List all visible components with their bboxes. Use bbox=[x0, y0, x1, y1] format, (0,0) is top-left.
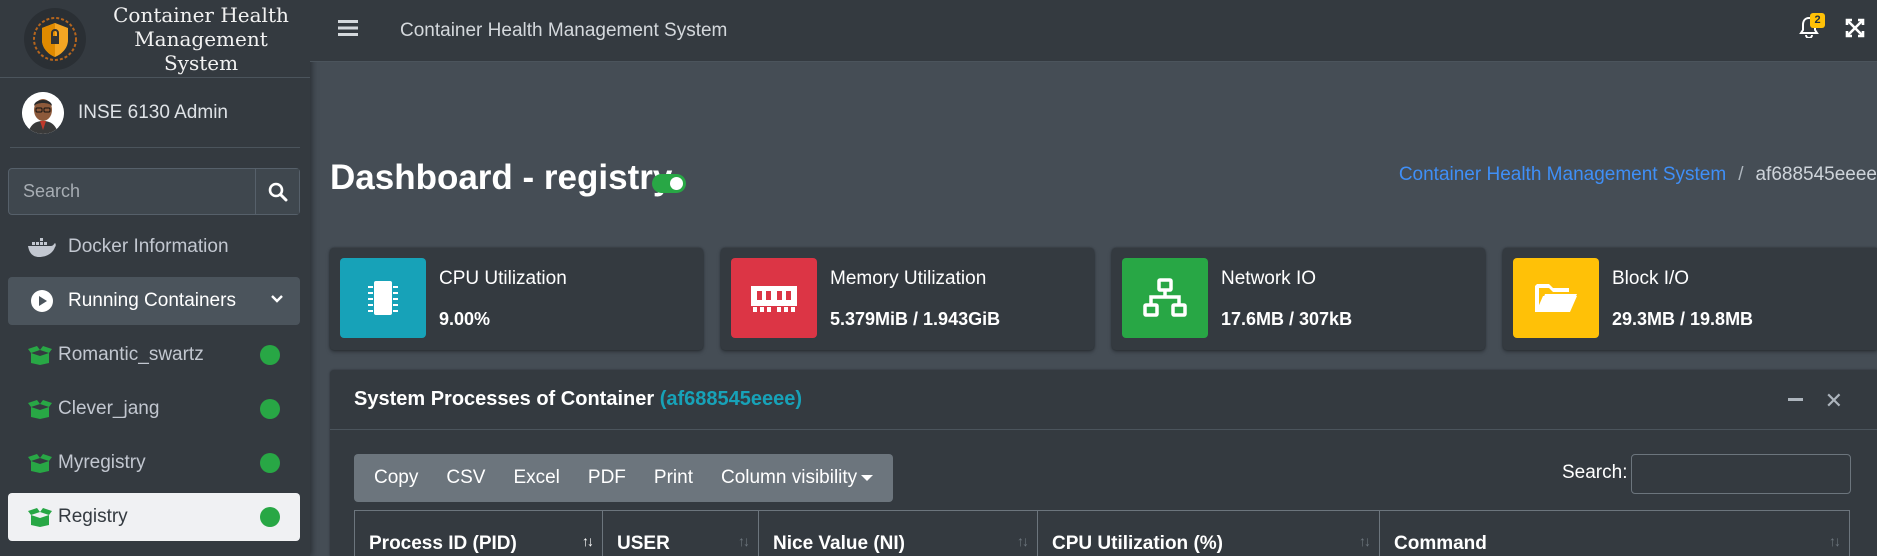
play-circle-icon bbox=[26, 289, 58, 313]
close-icon[interactable]: ✕ bbox=[1825, 388, 1843, 414]
user-panel[interactable]: INSE 6130 Admin bbox=[10, 78, 300, 148]
top-navbar: Container Health Management System 2 bbox=[310, 0, 1877, 62]
pdf-button[interactable]: PDF bbox=[574, 467, 640, 489]
sidebar-item-label: Running Containers bbox=[68, 290, 236, 311]
export-button-group: Copy CSV Excel PDF Print Column visibili… bbox=[354, 454, 894, 502]
container-status-toggle[interactable] bbox=[652, 174, 686, 193]
info-box-label: Network IO bbox=[1221, 268, 1317, 289]
status-dot bbox=[260, 453, 280, 473]
brand-text: Container Health Management System bbox=[106, 3, 296, 75]
hamburger-menu-icon[interactable] bbox=[338, 19, 360, 42]
sort-icon: ↑↓ bbox=[1829, 533, 1841, 549]
brand-title-line1: Container Health bbox=[113, 2, 289, 27]
notification-badge: 2 bbox=[1810, 13, 1825, 28]
sidebar-item-running-containers[interactable]: Running Containers bbox=[8, 277, 300, 325]
column-header-label: Command bbox=[1394, 533, 1487, 554]
sidebar-item-myregistry[interactable]: Myregistry bbox=[8, 439, 300, 487]
top-nav-title-link[interactable]: Container Health Management System bbox=[400, 20, 727, 42]
sidebar-item-registry[interactable]: Registry bbox=[8, 493, 300, 541]
info-box-value: 9.00% bbox=[439, 309, 491, 329]
card-title-text: System Processes of Container bbox=[354, 388, 655, 410]
sidebar-nav: Docker Information Running Containers Ro… bbox=[0, 223, 310, 541]
info-box-network: Network IO 17.6MB / 307kB bbox=[1112, 248, 1485, 350]
card-header: System Processes of Container (af688545e… bbox=[330, 370, 1877, 430]
info-box-memory: Memory Utilization 5.379MiB / 1.943GiB bbox=[721, 248, 1094, 350]
card-title-container-id: (af688545eeee) bbox=[659, 388, 803, 410]
box-open-icon bbox=[26, 451, 54, 475]
search-icon bbox=[268, 182, 287, 201]
info-box-value: 17.6MB / 307kB bbox=[1221, 309, 1353, 329]
sidebar-item-label: Romantic_swartz bbox=[58, 344, 204, 365]
breadcrumb-link[interactable]: Container Health Management System bbox=[1399, 164, 1726, 185]
column-visibility-label: Column visibility bbox=[720, 467, 858, 488]
memory-icon bbox=[731, 258, 817, 338]
shield-logo-icon bbox=[24, 7, 86, 70]
column-header-label: Nice Value (NI) bbox=[773, 533, 905, 554]
excel-button[interactable]: Excel bbox=[499, 467, 573, 489]
sidebar-item-clever-jang[interactable]: Clever_jang bbox=[8, 385, 300, 433]
info-box-cpu: CPU Utilization 9.00% bbox=[330, 248, 703, 350]
status-dot bbox=[260, 507, 280, 527]
microchip-icon bbox=[340, 258, 426, 338]
column-header-command[interactable]: Command ↑↓ bbox=[1380, 511, 1849, 556]
sidebar-search-input[interactable] bbox=[9, 169, 255, 214]
sidebar-item-label: Clever_jang bbox=[58, 398, 160, 419]
column-header-label: Process ID (PID) bbox=[369, 533, 517, 554]
box-open-icon bbox=[26, 505, 54, 529]
breadcrumb: Container Health Management System / af688… bbox=[1399, 164, 1877, 186]
status-dot bbox=[260, 345, 280, 365]
csv-button[interactable]: CSV bbox=[432, 467, 499, 489]
sort-icon: ↑↓ bbox=[738, 533, 750, 549]
sidebar-item-label: Myregistry bbox=[58, 452, 146, 473]
brand-link[interactable]: Container Health Management System bbox=[0, 0, 310, 78]
sort-icon: ↑↓ bbox=[1017, 533, 1029, 549]
breadcrumb-current: af688545eeee bbox=[1755, 164, 1877, 185]
print-button[interactable]: Print bbox=[640, 467, 707, 489]
page-title: Dashboard - registry bbox=[330, 158, 673, 197]
column-header-label: USER bbox=[617, 533, 670, 554]
network-wired-icon bbox=[1122, 258, 1208, 338]
sort-asc-icon: ↑↓ bbox=[582, 533, 594, 549]
column-header-user[interactable]: USER ↑↓ bbox=[603, 511, 759, 556]
chevron-down-icon bbox=[270, 290, 284, 312]
processes-card: System Processes of Container (af688545e… bbox=[330, 370, 1877, 556]
caret-down-icon bbox=[861, 474, 874, 481]
column-header-pid[interactable]: Process ID (PID) ↑↓ bbox=[355, 511, 603, 556]
sidebar-search bbox=[8, 168, 300, 215]
user-avatar-icon bbox=[22, 91, 64, 134]
sort-icon: ↑↓ bbox=[1359, 533, 1371, 549]
box-open-icon bbox=[26, 343, 54, 367]
box-open-icon bbox=[26, 397, 54, 421]
info-box-label: Block I/O bbox=[1612, 268, 1690, 289]
table-search-input[interactable] bbox=[1631, 454, 1851, 494]
info-box-block-io: Block I/O 29.3MB / 19.8MB bbox=[1503, 248, 1877, 350]
sidebar-item-docker-information[interactable]: Docker Information bbox=[8, 223, 300, 271]
folder-open-icon bbox=[1513, 258, 1599, 338]
column-header-cpu-utilization[interactable]: CPU Utilization (%) ↑↓ bbox=[1038, 511, 1380, 556]
table-search-label: Search: bbox=[1562, 462, 1628, 483]
info-box-value: 29.3MB / 19.8MB bbox=[1612, 309, 1754, 329]
info-box-label: CPU Utilization bbox=[439, 268, 567, 289]
column-header-label: CPU Utilization (%) bbox=[1052, 533, 1223, 554]
processes-table-header: Process ID (PID) ↑↓ USER ↑↓ Nice Value (… bbox=[354, 510, 1850, 556]
sidebar-item-label: Registry bbox=[58, 506, 128, 527]
status-dot bbox=[260, 399, 280, 419]
sidebar-search-button[interactable] bbox=[255, 169, 299, 214]
user-name[interactable]: INSE 6130 Admin bbox=[78, 102, 228, 124]
info-box-value: 5.379MiB / 1.943GiB bbox=[830, 309, 1001, 329]
fullscreen-expand-icon[interactable] bbox=[1845, 18, 1865, 43]
docker-icon bbox=[26, 235, 58, 259]
card-title: System Processes of Container (af688545e… bbox=[354, 388, 802, 411]
sidebar: Container Health Management System INSE … bbox=[0, 0, 310, 556]
brand-title-line2: Management System bbox=[134, 26, 268, 75]
copy-button[interactable]: Copy bbox=[360, 467, 432, 489]
column-visibility-button[interactable]: Column visibility bbox=[707, 467, 887, 489]
breadcrumb-separator: / bbox=[1738, 164, 1744, 185]
sidebar-item-romantic-swartz[interactable]: Romantic_swartz bbox=[8, 331, 300, 379]
minus-icon[interactable] bbox=[1788, 398, 1803, 401]
info-box-label: Memory Utilization bbox=[830, 268, 987, 289]
sidebar-item-label: Docker Information bbox=[68, 236, 229, 257]
column-header-nice-value[interactable]: Nice Value (NI) ↑↓ bbox=[759, 511, 1038, 556]
